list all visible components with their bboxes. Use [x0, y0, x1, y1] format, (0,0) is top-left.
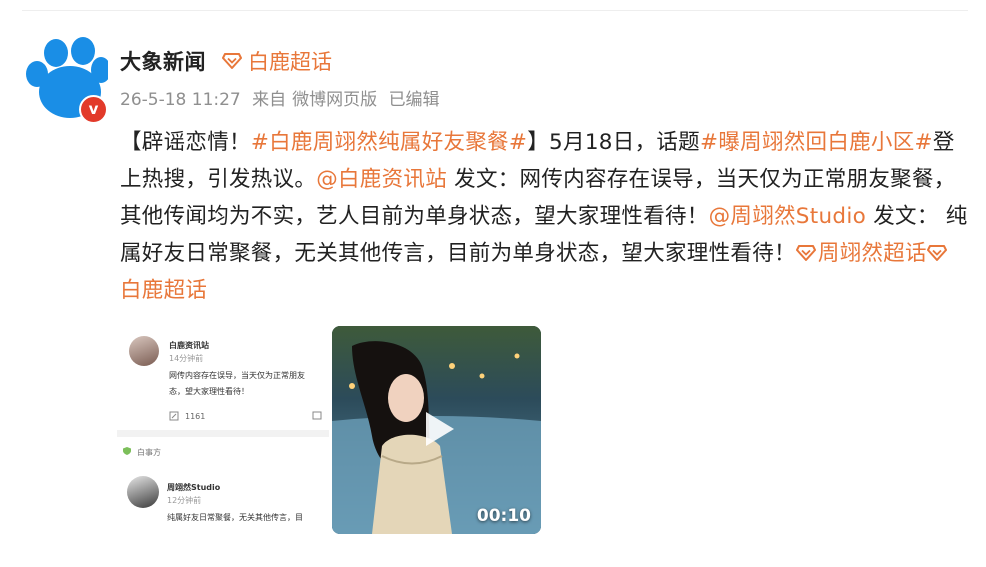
screenshot-text: 纯属好友日常聚餐，无关其他传言，目	[167, 513, 303, 522]
post-time[interactable]: 26-5-18 11:27	[120, 90, 241, 110]
topic-tag-link[interactable]: 白鹿超话	[222, 46, 332, 76]
author-name[interactable]: 大象新闻	[120, 46, 206, 76]
account-name: 周翊然Studio	[167, 483, 221, 492]
account-time: 12分钟前	[167, 496, 202, 505]
screenshot-text: 态，望大家理性看待！	[169, 387, 249, 396]
mention-link[interactable]: @周翊然Studio	[709, 204, 866, 229]
repost-icon	[169, 411, 179, 421]
repost-count: 1161	[185, 412, 206, 421]
content-text: 【辟谣恋情！	[120, 130, 251, 155]
source-note: 白事方	[137, 448, 161, 457]
topic-link-label: 白鹿超话	[120, 278, 208, 303]
account-time: 14分钟前	[169, 354, 204, 363]
screenshot-image[interactable]: 白鹿资讯站 14分钟前 网传内容存在误导，当天仅为正常朋友 态，望大家理性看待！…	[117, 326, 329, 534]
topic-diamond-icon	[795, 245, 816, 261]
verified-icon: v	[79, 95, 108, 124]
screenshot-divider	[117, 430, 329, 437]
shield-icon	[123, 447, 131, 455]
hashtag-link[interactable]: #白鹿周翊然纯属好友聚餐#	[251, 130, 527, 155]
post-source: 微博网页版	[292, 90, 378, 110]
post-media: 白鹿资讯站 14分钟前 网传内容存在误导，当天仅为正常朋友 态，望大家理性看待！…	[117, 326, 541, 534]
play-icon[interactable]	[416, 408, 458, 450]
account-name: 白鹿资讯站	[169, 341, 209, 350]
account-avatar	[129, 336, 159, 366]
topic-diamond-icon	[222, 53, 242, 69]
account-avatar	[127, 476, 159, 508]
topic-diamond-icon	[926, 245, 947, 261]
post-meta: 26-5-18 11:27 来自 微博网页版 已编辑	[120, 85, 446, 110]
top-divider	[22, 10, 968, 11]
video-duration: 00:10	[476, 506, 531, 526]
topic-link-label: 周翊然超话	[817, 241, 927, 266]
screenshot-text: 网传内容存在误导，当天仅为正常朋友	[169, 371, 305, 380]
topic-link[interactable]: 周翊然超话	[795, 241, 927, 266]
video-player[interactable]: 00:10	[332, 326, 541, 534]
post-edited[interactable]: 已编辑	[389, 90, 440, 110]
post-content: 【辟谣恋情！#白鹿周翊然纯属好友聚餐#】5月18日，话题#曝周翊然回白鹿小区#登…	[120, 124, 970, 309]
mention-link[interactable]: @白鹿资讯站	[316, 167, 447, 192]
topic-tag-label: 白鹿超话	[248, 50, 332, 74]
hashtag-link[interactable]: #曝周翊然回白鹿小区#	[700, 130, 933, 155]
content-text: 】5月18日，话题	[527, 130, 700, 155]
post-source-prefix: 来自	[252, 90, 287, 110]
comment-icon	[312, 411, 322, 420]
